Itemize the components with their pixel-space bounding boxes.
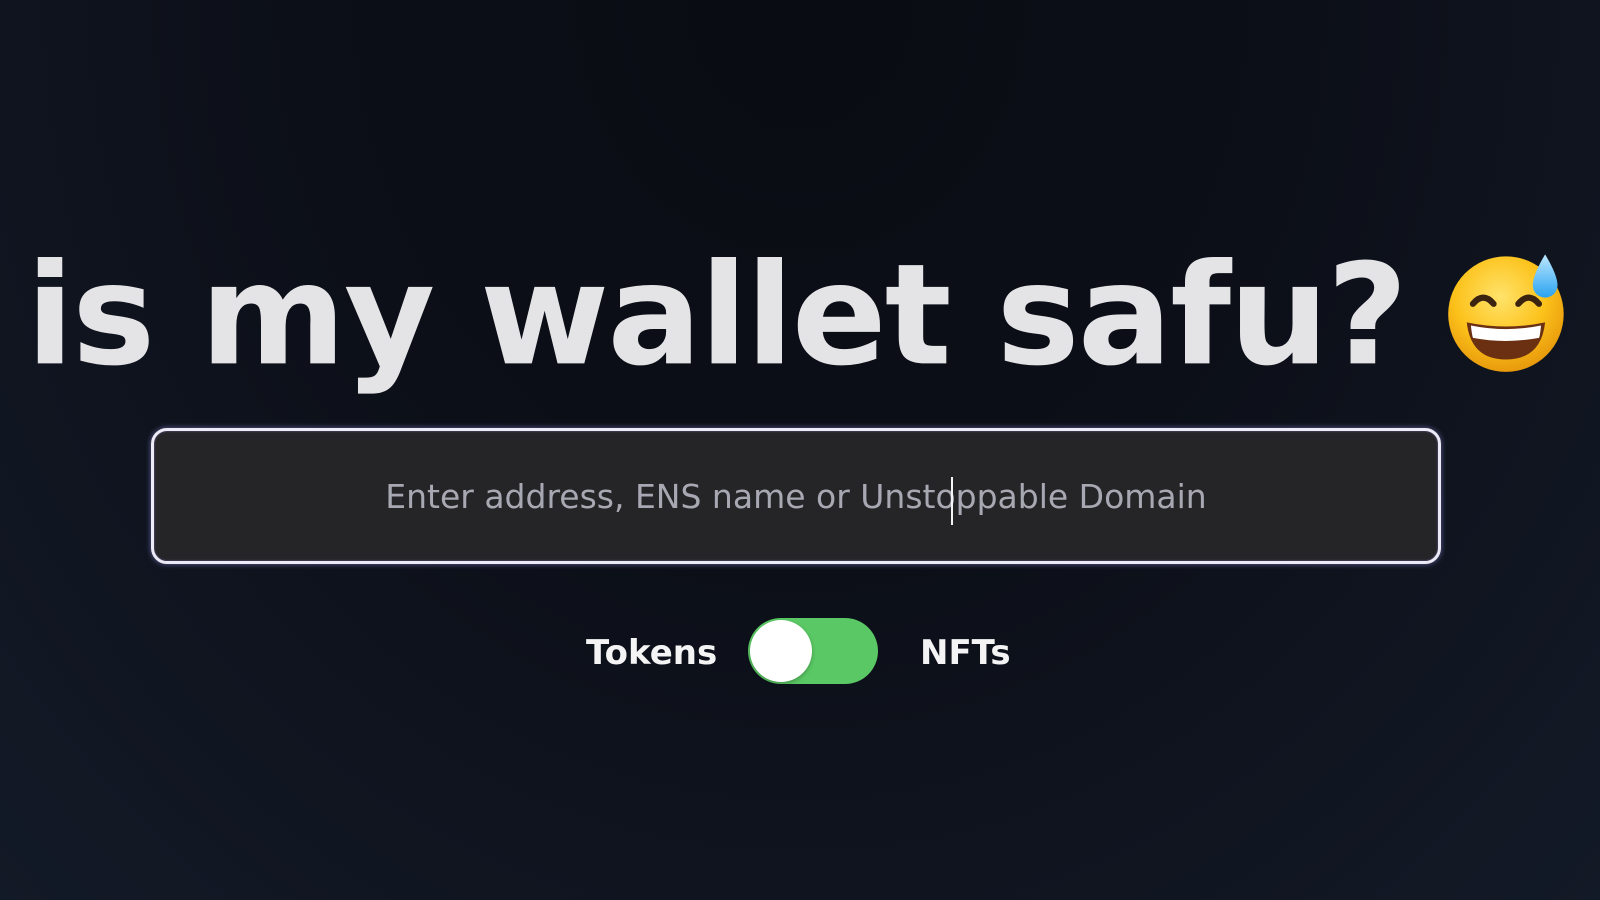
mode-toggle-row: Tokens NFTs xyxy=(0,618,1600,688)
tokens-nfts-toggle[interactable] xyxy=(748,618,878,684)
search-input[interactable] xyxy=(154,431,1438,561)
text-cursor xyxy=(951,477,953,525)
search-box[interactable] xyxy=(151,428,1441,564)
page-title-text: is my wallet safu? xyxy=(26,234,1408,398)
page-title: is my wallet safu? xyxy=(0,228,1600,396)
toggle-knob[interactable] xyxy=(750,620,812,682)
tokens-label[interactable]: Tokens xyxy=(586,632,717,674)
grinning-face-with-sweat-icon xyxy=(1448,254,1564,373)
nfts-label[interactable]: NFTs xyxy=(920,632,1011,674)
